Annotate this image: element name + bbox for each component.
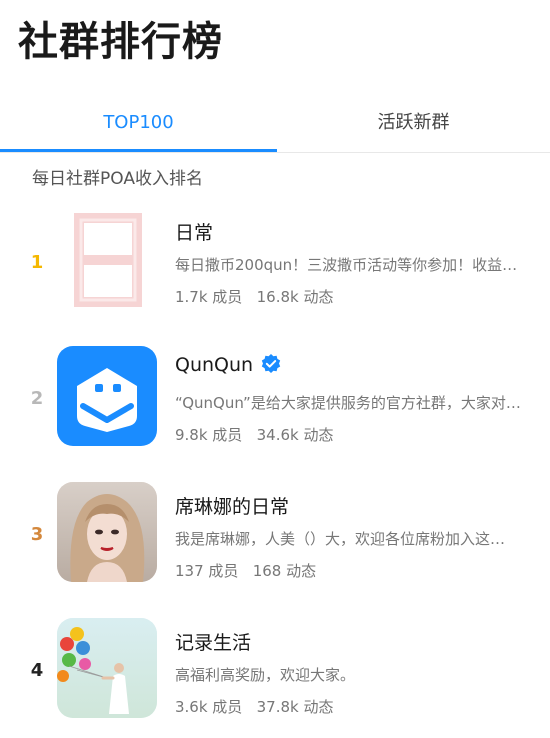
list-item[interactable]: 3 席琳娜的日常 我是席琳娜，人美（）大，欢迎各位席粉加入这… 137 成员 1… xyxy=(0,480,550,600)
character-ri-icon xyxy=(57,210,157,310)
group-description: 高福利高奖励，欢迎大家。 xyxy=(175,666,356,684)
verified-badge-icon xyxy=(261,354,281,373)
tab-top100[interactable]: TOP100 xyxy=(0,96,277,150)
member-count: 137 成员 xyxy=(175,562,239,580)
group-stats: 9.8k 成员 34.6k 动态 xyxy=(175,424,333,445)
group-stats: 1.7k 成员 16.8k 动态 xyxy=(175,286,333,307)
group-stats: 137 成员 168 动态 xyxy=(175,560,316,581)
list-item[interactable]: 1 日常 每日撒币200qun！三波撒币活动等你参加！收益… 1.7k 成员 1… xyxy=(0,204,550,324)
rank-number: 3 xyxy=(30,524,44,545)
qunqun-logo-icon xyxy=(57,346,157,446)
rank-number: 1 xyxy=(30,252,44,273)
member-count: 1.7k 成员 xyxy=(175,288,243,306)
post-count: 37.8k 动态 xyxy=(256,698,334,716)
rank-number: 4 xyxy=(30,660,44,681)
tab-bar: TOP100 活跃新群 xyxy=(0,96,550,153)
group-name-wrap: QunQun xyxy=(175,354,281,376)
group-description: 我是席琳娜，人美（）大，欢迎各位席粉加入这… xyxy=(175,530,506,548)
member-count: 3.6k 成员 xyxy=(175,698,243,716)
group-name: QunQun xyxy=(175,354,254,376)
post-count: 34.6k 动态 xyxy=(256,426,334,444)
list-item[interactable]: 4 记录生活 高福利高奖励，欢迎大家。 3.6k 成员 37.8k 动态 xyxy=(0,618,550,738)
group-name: 记录生活 xyxy=(175,632,252,654)
post-count: 168 动态 xyxy=(252,562,317,580)
ranking-subtitle: 每日社群POA收入排名 xyxy=(32,169,203,189)
list-item[interactable]: 2 QunQun “QunQun”是给大家提供服务的官方社群，大家对… 9.8k… xyxy=(0,342,550,462)
group-description: “QunQun”是给大家提供服务的官方社群，大家对… xyxy=(175,394,521,412)
balloons-photo-icon xyxy=(57,618,157,718)
group-name: 席琳娜的日常 xyxy=(175,496,290,518)
page-title: 社群排行榜 xyxy=(18,19,223,65)
rank-number: 2 xyxy=(30,388,44,409)
group-stats: 3.6k 成员 37.8k 动态 xyxy=(175,696,333,717)
woman-portrait-icon xyxy=(57,482,157,582)
post-count: 16.8k 动态 xyxy=(256,288,334,306)
member-count: 9.8k 成员 xyxy=(175,426,243,444)
tab-active-new-groups[interactable]: 活跃新群 xyxy=(277,96,550,150)
group-name: 日常 xyxy=(175,222,214,244)
group-description: 每日撒币200qun！三波撒币活动等你参加！收益… xyxy=(175,256,518,274)
tab-active-indicator xyxy=(0,149,277,152)
